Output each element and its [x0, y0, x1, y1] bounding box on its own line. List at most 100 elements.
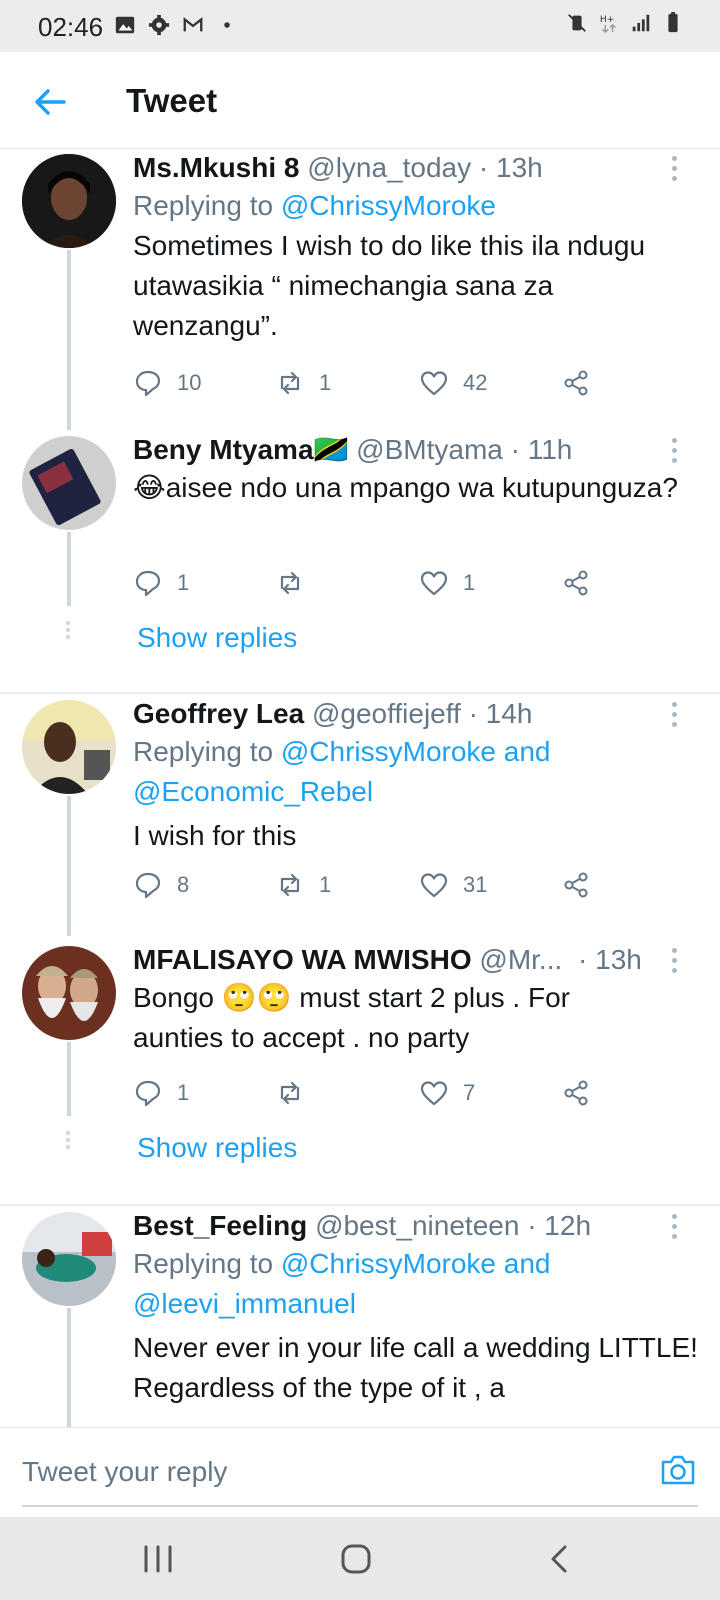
divider: [0, 1204, 720, 1206]
reply-input[interactable]: Tweet your reply: [22, 1456, 227, 1488]
back-icon[interactable]: [540, 1539, 580, 1579]
thread-line: [67, 250, 71, 430]
reply-icon: [135, 370, 161, 397]
reply-button[interactable]: 1: [133, 1078, 189, 1108]
h-plus-data-icon: H+: [600, 14, 616, 34]
tweet[interactable]: Best_Feeling @best_nineteen · 12h Replyi…: [0, 1208, 720, 1427]
status-time: 02:46: [38, 12, 104, 42]
heart-icon: [420, 571, 448, 596]
home-icon[interactable]: [336, 1539, 376, 1579]
retweet-button[interactable]: 1: [275, 870, 331, 900]
avatar[interactable]: [22, 154, 116, 248]
display-name[interactable]: Geoffrey Lea: [133, 698, 304, 729]
heart-icon: [420, 1081, 448, 1106]
tweet[interactable]: Geoffrey Lea @geoffiejeff · 14h Replying…: [0, 696, 720, 936]
share-icon: [564, 1080, 588, 1106]
tweet-text: I wish for this: [133, 820, 297, 851]
retweet-button[interactable]: [275, 1078, 319, 1108]
handle[interactable]: @geoffiejeff: [312, 698, 461, 729]
image-icon: [115, 16, 135, 34]
recent-apps-icon[interactable]: [138, 1539, 178, 1579]
timestamp: · 13h: [578, 944, 642, 975]
thread-line: [67, 1042, 71, 1116]
input-underline: [22, 1505, 698, 1507]
battery-icon: [668, 12, 678, 33]
share-icon: [564, 570, 588, 596]
status-bar: 02:46 H+: [0, 0, 720, 52]
like-count: 7: [463, 1080, 476, 1105]
tweet-text: Bongo 🙄🙄 must start 2 plus . For aunties…: [133, 982, 570, 1053]
reply-composer: Tweet your reply: [0, 1427, 720, 1517]
tweet[interactable]: MFALISAYO WA MWISHO @Mr... · 13h Bongo 🙄…: [0, 942, 720, 1186]
like-button[interactable]: 31: [419, 870, 487, 900]
display-name[interactable]: MFALISAYO WA MWISHO: [133, 944, 472, 975]
reply-button[interactable]: 8: [133, 870, 189, 900]
replying-to: Replying to @ChrissyMoroke: [133, 190, 497, 221]
tweet[interactable]: Ms.Mkushi 8 @lyna_today · 13h Replying t…: [0, 150, 720, 430]
display-name[interactable]: Beny Mtyama: [133, 434, 314, 465]
replying-to: Replying to @ChrissyMoroke and @leevi_im…: [133, 1248, 551, 1319]
timestamp: · 14h: [468, 698, 533, 729]
reply-button[interactable]: 1: [133, 568, 189, 598]
retweet-icon: [280, 1081, 300, 1105]
retweet-icon: [280, 873, 300, 897]
reply-icon: [135, 1080, 161, 1107]
heart-icon: [420, 873, 448, 898]
like-button[interactable]: 7: [419, 1078, 475, 1108]
avatar[interactable]: [22, 1212, 116, 1306]
gear-icon: [148, 14, 170, 36]
reply-count: 1: [177, 1080, 190, 1105]
divider: [0, 692, 720, 694]
display-name[interactable]: Ms.Mkushi 8: [133, 152, 299, 183]
mention-link[interactable]: @ChrissyMoroke: [281, 190, 496, 221]
display-name[interactable]: Best_Feeling: [133, 1210, 307, 1241]
reply-count: 10: [177, 370, 202, 395]
handle[interactable]: @Mr...: [479, 944, 562, 975]
timestamp: · 12h: [527, 1210, 592, 1241]
app-header: Tweet: [0, 52, 720, 149]
timestamp: · 13h: [478, 152, 543, 183]
retweet-button[interactable]: [275, 568, 319, 598]
retweet-button[interactable]: 1: [275, 368, 331, 398]
tweet-actions: 8 1 31: [133, 870, 613, 906]
tweet[interactable]: Beny Mtyama🇹🇿 @BMtyama · 11h 😂aisee ndo …: [0, 432, 720, 676]
handle[interactable]: @best_nineteen: [315, 1210, 519, 1241]
mute-vibrate-icon: [568, 14, 586, 32]
replying-to: Replying to @ChrissyMoroke and @Economic…: [133, 736, 551, 807]
more-options-icon[interactable]: [672, 438, 680, 468]
more-options-icon[interactable]: [672, 1214, 680, 1244]
share-button[interactable]: [561, 1078, 591, 1108]
reply-count: 1: [177, 570, 190, 595]
thread-dots: [66, 1128, 71, 1158]
share-button[interactable]: [561, 870, 591, 900]
reply-icon: [135, 570, 161, 597]
share-button[interactable]: [561, 568, 591, 598]
thread-line: [67, 796, 71, 936]
avatar[interactable]: [22, 946, 116, 1040]
tanzania-flag-icon: 🇹🇿: [313, 434, 349, 465]
system-nav-bar: [0, 1517, 720, 1600]
tweet-actions: 10 1 42: [133, 368, 613, 404]
avatar[interactable]: [22, 700, 116, 794]
share-button[interactable]: [561, 368, 591, 398]
show-replies-link[interactable]: Show replies: [137, 1132, 297, 1164]
signal-icon: [632, 14, 650, 32]
handle[interactable]: @BMtyama: [356, 434, 503, 465]
svg-text:H+: H+: [600, 14, 615, 25]
retweet-icon: [280, 371, 300, 395]
handle[interactable]: @lyna_today: [307, 152, 471, 183]
like-button[interactable]: 1: [419, 568, 475, 598]
reply-button[interactable]: 10: [133, 368, 201, 398]
page-title: Tweet: [126, 82, 218, 119]
more-options-icon[interactable]: [672, 156, 680, 186]
like-button[interactable]: 42: [419, 368, 487, 398]
avatar[interactable]: [22, 436, 116, 530]
like-count: 42: [463, 370, 488, 395]
more-options-icon[interactable]: [672, 948, 680, 978]
camera-icon[interactable]: [658, 1450, 698, 1490]
reply-feed[interactable]: Ms.Mkushi 8 @lyna_today · 13h Replying t…: [0, 150, 720, 1427]
more-options-icon[interactable]: [672, 702, 680, 732]
back-arrow-icon[interactable]: [30, 82, 70, 122]
retweet-icon: [280, 571, 300, 595]
show-replies-link[interactable]: Show replies: [137, 622, 297, 654]
